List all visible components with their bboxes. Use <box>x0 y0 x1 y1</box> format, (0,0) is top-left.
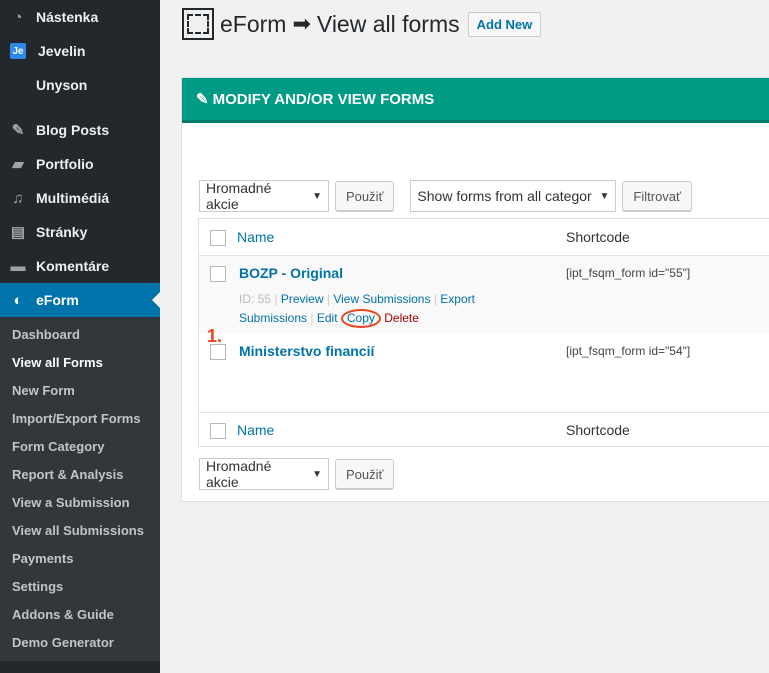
pencil-icon: ✎ <box>196 91 209 108</box>
comment-icon: ▬ <box>10 257 26 275</box>
table-header: Name Shortcode <box>199 219 769 256</box>
copy-highlight-circle: Copy <box>340 309 381 328</box>
submenu-report-analysis[interactable]: Report & Analysis <box>0 461 160 489</box>
forms-panel: ✎ MODIFY AND/OR VIEW FORMS Hromadné akci… <box>181 77 769 502</box>
panel-header: ✎ MODIFY AND/OR VIEW FORMS <box>182 78 769 123</box>
apply-button-top[interactable]: Použiť <box>335 181 395 211</box>
select-all-checkbox[interactable] <box>210 230 226 246</box>
arrow-right-icon: ➡ <box>292 11 311 36</box>
forms-table: Name Shortcode BOZP - Original [ipt_fsqm… <box>198 218 769 447</box>
eform-icon: ◐ <box>13 291 23 309</box>
column-name-header[interactable]: Name <box>237 229 274 245</box>
submenu-demo-generator[interactable]: Demo Generator <box>0 629 160 657</box>
submenu-dashboard[interactable]: Dashboard <box>0 321 160 349</box>
menu-item-jevelin[interactable]: Je Jevelin <box>0 34 160 68</box>
submenu-addons-guide[interactable]: Addons & Guide <box>0 601 160 629</box>
preview-link[interactable]: Preview <box>281 292 324 306</box>
shortcode-text: [ipt_fsqm_form id="54"] <box>566 344 691 358</box>
media-icon: ♫ <box>12 189 24 207</box>
pages-icon: ▤ <box>10 224 26 241</box>
delete-link[interactable]: Delete <box>384 311 419 325</box>
table-row: BOZP - Original [ipt_fsqm_form id="55"] … <box>199 256 769 334</box>
submenu-settings[interactable]: Settings <box>0 573 160 601</box>
submenu-payments[interactable]: Payments <box>0 545 160 573</box>
submenu-view-submission[interactable]: View a Submission <box>0 489 160 517</box>
panel-title: MODIFY AND/OR VIEW FORMS <box>212 90 435 108</box>
add-new-button[interactable]: Add New <box>467 11 542 37</box>
top-controls: Hromadné akcie ▼ Použiť Show forms from a… <box>199 180 692 212</box>
page-title-plugin: eForm <box>220 10 287 37</box>
pin-icon: ✎ <box>11 122 25 139</box>
eform-submenu: Dashboard View all Forms New Form Import… <box>0 317 160 661</box>
admin-sidebar: ◔ Nástenka Je Jevelin Unyson ✎ Blog Post… <box>0 0 160 673</box>
page-header: eForm ➡ View all forms Add New <box>182 8 542 40</box>
menu-item-blog-posts[interactable]: ✎ Blog Posts <box>0 113 160 147</box>
unyson-icon <box>8 75 28 95</box>
menu-item-unyson[interactable]: Unyson <box>0 68 160 102</box>
export-submissions-link[interactable]: Submissions <box>239 311 307 325</box>
export-link[interactable]: Export <box>440 292 475 306</box>
menu-item-pages[interactable]: ▤ Stránky <box>0 215 160 249</box>
view-submissions-link[interactable]: View Submissions <box>333 292 430 306</box>
form-title-link[interactable]: Ministerstvo financií <box>239 343 374 359</box>
apply-button-bottom[interactable]: Použiť <box>335 459 395 489</box>
menu-item-media[interactable]: ♫ Multimédiá <box>0 181 160 215</box>
column-name-footer[interactable]: Name <box>237 422 274 438</box>
copy-link[interactable]: Copy <box>347 311 375 325</box>
row-checkbox[interactable] <box>210 266 226 282</box>
select-all-checkbox-bottom[interactable] <box>210 423 226 439</box>
caret-down-icon: ▼ <box>312 190 322 202</box>
je-icon: Je <box>10 43 26 59</box>
submenu-import-export[interactable]: Import/Export Forms <box>0 405 160 433</box>
page-title: View all forms <box>316 10 460 37</box>
menu-item-portfolio[interactable]: ▰ Portfolio <box>0 147 160 181</box>
bulk-actions-select-top[interactable]: Hromadné akcie ▼ <box>199 180 329 212</box>
menu-item-comments[interactable]: ▬ Komentáre <box>0 249 160 283</box>
submenu-form-category[interactable]: Form Category <box>0 433 160 461</box>
edit-link[interactable]: Edit <box>317 311 338 325</box>
dashboard-icon: ◔ <box>13 8 23 26</box>
folder-icon: ▰ <box>12 156 24 173</box>
annotation-step-number: 1. <box>207 326 223 346</box>
submenu-view-all-forms[interactable]: View all Forms <box>0 349 160 377</box>
bulk-actions-select-bottom[interactable]: Hromadné akcie ▼ <box>199 458 329 490</box>
bottom-controls: Hromadné akcie ▼ Použiť <box>199 458 395 490</box>
submenu-view-all-submissions[interactable]: View all Submissions <box>0 517 160 545</box>
column-shortcode-header: Shortcode <box>566 229 630 245</box>
caret-down-icon: ▼ <box>312 468 322 480</box>
table-row: Ministerstvo financií [ipt_fsqm_form id=… <box>199 334 769 412</box>
caret-down-icon: ▼ <box>599 190 610 202</box>
form-logo-icon <box>182 8 214 40</box>
submenu-new-form[interactable]: New Form <box>0 377 160 405</box>
menu-item-eform[interactable]: ◐ eForm <box>0 283 160 317</box>
shortcode-text: [ipt_fsqm_form id="55"] <box>566 266 691 280</box>
table-footer: Name Shortcode <box>199 412 769 447</box>
menu-item-dashboard[interactable]: ◔ Nástenka <box>0 0 160 34</box>
row-actions: ID: 55 | Preview | View Submissions | Ex… <box>239 290 509 328</box>
category-filter-select[interactable]: Show forms from all categor ▼ <box>410 180 617 212</box>
column-shortcode-footer: Shortcode <box>566 422 630 438</box>
form-title-link[interactable]: BOZP - Original <box>239 265 343 281</box>
form-id: ID: 55 <box>239 292 272 306</box>
filter-button[interactable]: Filtrovať <box>622 181 692 211</box>
